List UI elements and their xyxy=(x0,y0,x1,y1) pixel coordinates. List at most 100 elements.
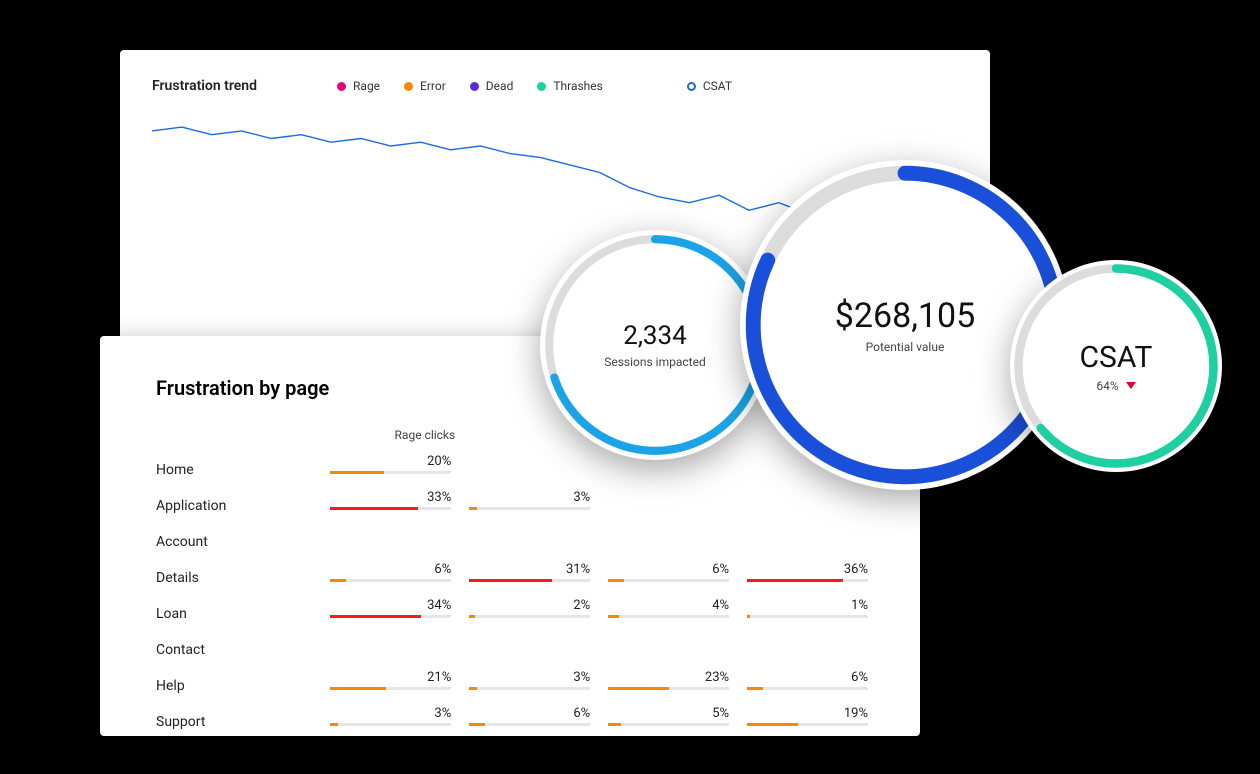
metric-bar-fill xyxy=(608,723,621,726)
metric-cell: 23% xyxy=(594,668,733,704)
legend-item-dead: Dead xyxy=(470,79,514,93)
metric-bar-track xyxy=(608,723,729,726)
metric-cell: 3% xyxy=(455,668,594,704)
metric-value: 20% xyxy=(330,454,451,469)
metric-value: 21% xyxy=(330,670,451,685)
metric-cell: 36% xyxy=(733,560,872,596)
table-row: Account xyxy=(156,524,872,560)
legend-item-thrashes: Thrashes xyxy=(537,79,603,93)
metric-bar-track xyxy=(747,723,868,726)
table-row: Application 33% 3% xyxy=(156,488,872,524)
metric-bar-track xyxy=(469,723,590,726)
metric-bar-fill xyxy=(469,687,477,690)
metric-cell: 5% xyxy=(594,704,733,740)
table-row: Support 3% 6% 5% 19% xyxy=(156,704,872,740)
metric-cell: 3% xyxy=(455,488,594,524)
metric-cell: 4% xyxy=(594,596,733,632)
metric-cell: 6% xyxy=(594,560,733,596)
metric-bar-fill xyxy=(747,687,763,690)
page-name: Help xyxy=(156,668,316,704)
legend-label: Rage xyxy=(353,79,380,93)
csat-dot-icon xyxy=(687,82,696,91)
metric-value: 3% xyxy=(469,490,590,505)
page-name: Details xyxy=(156,560,316,596)
metric-bar-track xyxy=(469,507,590,510)
metric-bar-fill xyxy=(747,615,750,618)
trend-legend: Rage Error Dead Thrashes CSAT xyxy=(337,79,732,93)
ring-icon xyxy=(540,230,770,460)
metric-value: 23% xyxy=(608,670,729,685)
metric-cell: 2% xyxy=(455,596,594,632)
trend-title: Frustration trend xyxy=(152,78,257,94)
metric-value: 2% xyxy=(469,598,590,613)
page-name: Contact xyxy=(156,632,316,668)
metric-bar-fill xyxy=(469,723,485,726)
metric-bar-track xyxy=(608,579,729,582)
metric-bar-track xyxy=(747,615,868,618)
metric-cell: 34% xyxy=(316,596,455,632)
metric-value: 1% xyxy=(747,598,868,613)
metric-value: 34% xyxy=(330,598,451,613)
page-name: Application xyxy=(156,488,316,524)
metric-value: 3% xyxy=(330,706,451,721)
table-row: Contact xyxy=(156,632,872,668)
metric-bar-fill xyxy=(608,687,669,690)
metric-cell: 21% xyxy=(316,668,455,704)
metric-value: 4% xyxy=(608,598,729,613)
metric-bar-track xyxy=(330,579,451,582)
ring-icon xyxy=(1010,260,1222,472)
metric-bar-track xyxy=(330,723,451,726)
metric-value: 19% xyxy=(747,706,868,721)
thrashes-dot-icon xyxy=(537,82,546,91)
col-header: Rage clicks xyxy=(316,428,455,452)
metric-bar-fill xyxy=(469,579,551,582)
metric-bar-fill xyxy=(747,579,843,582)
metric-cell xyxy=(733,632,872,668)
col-header-page xyxy=(156,428,316,452)
metric-bar-track xyxy=(608,615,729,618)
kpi-sessions-impacted: 2,334 Sessions impacted xyxy=(540,230,770,460)
metric-value: 33% xyxy=(330,490,451,505)
metric-value: 6% xyxy=(747,670,868,685)
page-name: Account xyxy=(156,524,316,560)
metric-bar-fill xyxy=(330,687,386,690)
metric-cell: 20% xyxy=(316,452,455,488)
metric-bar-track xyxy=(469,579,590,582)
metric-cell: 19% xyxy=(733,704,872,740)
metric-cell xyxy=(733,524,872,560)
legend-label: Error xyxy=(420,79,446,93)
table-row: Details6%31%6%36% xyxy=(156,560,872,596)
metric-bar-track xyxy=(330,471,451,474)
metric-bar-track xyxy=(747,687,868,690)
metric-bar-fill xyxy=(469,507,477,510)
metric-bar-track xyxy=(330,687,451,690)
metric-value: 6% xyxy=(608,562,729,577)
rage-dot-icon xyxy=(337,82,346,91)
legend-item-error: Error xyxy=(404,79,446,93)
trend-header: Frustration trend Rage Error Dead Thrashes C… xyxy=(152,78,958,94)
metric-bar-fill xyxy=(608,579,624,582)
metric-bar-fill xyxy=(330,615,420,618)
metric-bar-track xyxy=(330,615,451,618)
metric-cell: 6% xyxy=(455,704,594,740)
metric-cell: 31% xyxy=(455,560,594,596)
legend-label: Dead xyxy=(486,79,514,93)
legend-label: CSAT xyxy=(703,79,732,93)
metric-bar-track xyxy=(747,579,868,582)
metric-value: 3% xyxy=(469,670,590,685)
metric-value: 5% xyxy=(608,706,729,721)
dead-dot-icon xyxy=(470,82,479,91)
page-name: Support xyxy=(156,704,316,740)
metric-cell xyxy=(594,524,733,560)
metric-value: 6% xyxy=(469,706,590,721)
metric-bar-track xyxy=(469,615,590,618)
page-name: Home xyxy=(156,452,316,488)
metric-cell: 1% xyxy=(733,596,872,632)
metric-cell xyxy=(733,488,872,524)
table-row: Help 21% 3% 23% 6% xyxy=(156,668,872,704)
legend-label: Thrashes xyxy=(553,79,603,93)
metric-bar-fill xyxy=(608,615,619,618)
metric-bar-fill xyxy=(330,723,338,726)
metric-bar-fill xyxy=(330,471,383,474)
metric-bar-track xyxy=(608,687,729,690)
